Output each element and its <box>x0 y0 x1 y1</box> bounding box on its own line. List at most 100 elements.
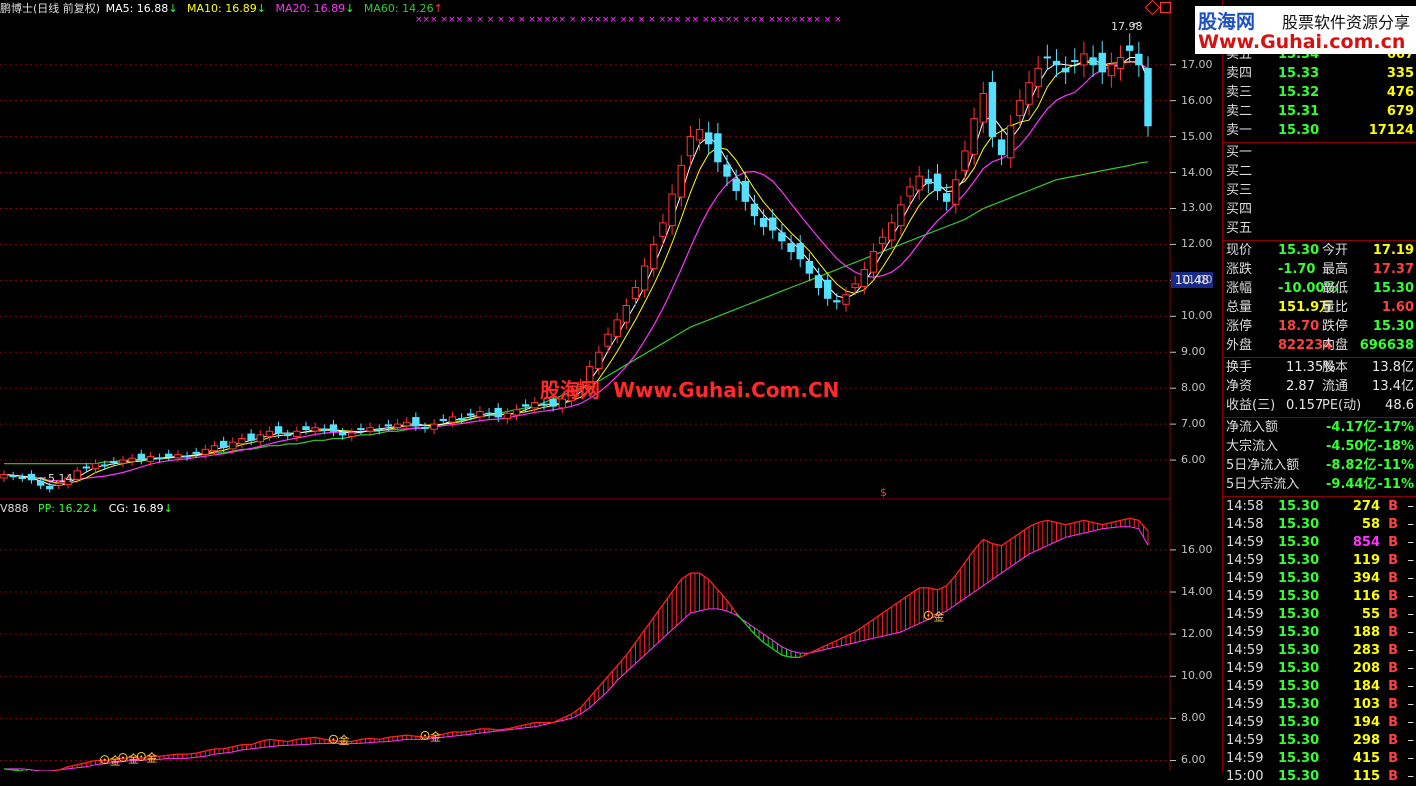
candle-body <box>284 434 292 437</box>
arrow-up-icon: ↑ <box>433 2 443 15</box>
ask-price: 15.30 <box>1278 123 1320 138</box>
bid-label: 买三 <box>1226 183 1253 198</box>
tick-time: 14:58 <box>1226 499 1264 514</box>
candle-body <box>494 407 502 418</box>
stock-name: 鹏博士(日线 前复权) <box>0 2 101 15</box>
arrow-down-icon: ↓ <box>90 502 100 515</box>
ma20-label: MA20: 16.89 <box>275 2 346 15</box>
y-axis-tick: 16.00 <box>1181 93 1213 107</box>
tick-side: B <box>1388 571 1398 586</box>
tick-row: 14:59 15.30 119 B – <box>1226 552 1416 570</box>
quote-value: 696638 <box>1359 338 1414 353</box>
window-control-icon[interactable] <box>1160 2 1171 13</box>
fundamental-row: 净资 2.87 流通 13.4亿 <box>1226 378 1416 396</box>
bid-row[interactable]: 买四 <box>1226 201 1416 219</box>
ask-row[interactable]: 卖二 15.31 679 <box>1226 103 1416 121</box>
watermark-cn: 股海网 <box>540 378 600 402</box>
y-axis-tick: 9.00 <box>1181 345 1206 359</box>
tick-price: 15.30 <box>1278 679 1320 694</box>
bid-label: 买一 <box>1226 145 1253 160</box>
candle-body <box>137 453 145 461</box>
quote-value: 17.37 <box>1372 262 1414 277</box>
bid-row[interactable]: 买一 <box>1226 144 1416 162</box>
tick-time: 14:59 <box>1226 589 1264 604</box>
tick-volume: 194 <box>1352 715 1380 730</box>
tick-price: 15.30 <box>1278 517 1320 532</box>
tick-side: B <box>1388 679 1398 694</box>
quote-label: 总量 <box>1226 300 1253 315</box>
ask-row[interactable]: 卖一 15.30 17124 <box>1226 122 1416 140</box>
candle-body <box>961 150 969 171</box>
quote-value: 18.70 <box>1278 319 1320 334</box>
ask-label: 卖三 <box>1226 85 1253 100</box>
y-axis-tick: 7.00 <box>1181 417 1206 431</box>
quote-label: 涨停 <box>1226 319 1253 334</box>
divider <box>1223 142 1416 143</box>
candle-body <box>448 416 457 423</box>
tick-side: B <box>1388 697 1398 712</box>
gold-cross-icon <box>927 614 930 617</box>
watermark: 股海网 Www.Guhai.Com.CN <box>540 374 839 403</box>
tick-dir: – <box>1407 589 1415 604</box>
candle-body <box>878 236 887 245</box>
sub-axis-tick: 10.00 <box>1181 669 1213 683</box>
candle-body <box>823 279 832 299</box>
quote-value: 1.60 <box>1381 300 1414 315</box>
candle-body <box>192 451 200 454</box>
quote-label: 外盘 <box>1226 338 1253 353</box>
ma60-line <box>4 161 1149 465</box>
flow-label: 5日净流入额 <box>1226 458 1300 473</box>
candle-body <box>357 428 365 431</box>
ask-row[interactable]: 卖四 15.33 335 <box>1226 65 1416 83</box>
cg-line <box>461 730 471 733</box>
tick-time: 14:59 <box>1226 715 1264 730</box>
candle-body <box>915 175 923 191</box>
flow-row: 5日净流入额 -8.82亿 -11% <box>1226 457 1416 475</box>
tick-side: B <box>1388 751 1398 766</box>
cg-line <box>415 735 426 738</box>
candle-body <box>1016 100 1024 117</box>
tick-price: 15.30 <box>1278 499 1320 514</box>
tick-side: B <box>1388 643 1398 658</box>
quote-label: 最低 <box>1322 281 1349 296</box>
tick-volume: 103 <box>1352 697 1380 712</box>
candle-body <box>165 453 173 457</box>
y-axis-tick: 10.00 <box>1181 309 1213 323</box>
candle-body <box>155 457 164 460</box>
tick-row: 14:59 15.30 103 B – <box>1226 696 1416 714</box>
candle-body <box>686 136 695 157</box>
bid-row[interactable]: 买三 <box>1226 182 1416 200</box>
candle-body <box>970 118 978 155</box>
candle-body <box>750 203 759 217</box>
ask-price: 15.32 <box>1278 85 1320 100</box>
tick-time: 14:59 <box>1226 571 1264 586</box>
candle-body <box>604 333 612 347</box>
candle-body <box>229 441 237 450</box>
candle-body <box>942 193 951 202</box>
candle-body <box>210 445 219 452</box>
tick-time: 14:59 <box>1226 625 1264 640</box>
tick-time: 14:59 <box>1226 661 1264 676</box>
bid-row[interactable]: 买二 <box>1226 163 1416 181</box>
candle-body <box>73 470 81 480</box>
cg-line <box>388 735 398 738</box>
candle-body <box>677 164 685 198</box>
cg-label: CG: 16.89 <box>108 502 164 515</box>
candle-body <box>952 179 960 205</box>
tick-price: 15.30 <box>1278 589 1320 604</box>
bid-row[interactable]: 买五 <box>1226 220 1416 238</box>
flow-value: -8.82亿 <box>1326 458 1377 473</box>
fund-label: 收益(三) <box>1226 398 1276 413</box>
candle-body <box>668 193 676 227</box>
quote-value: 15.30 <box>1372 319 1414 334</box>
watermark-url: Www.Guhai.Com.CN <box>612 378 840 402</box>
flow-percent: -17% <box>1377 420 1414 435</box>
ask-row[interactable]: 卖三 15.32 476 <box>1226 84 1416 102</box>
candle-body <box>732 178 740 192</box>
tick-dir: – <box>1407 499 1415 514</box>
candle-body <box>1080 53 1088 66</box>
quote-value: 15.30 <box>1278 243 1320 258</box>
ask-price: 15.33 <box>1278 66 1320 81</box>
candle-body <box>293 430 301 437</box>
candle-body <box>467 413 475 416</box>
